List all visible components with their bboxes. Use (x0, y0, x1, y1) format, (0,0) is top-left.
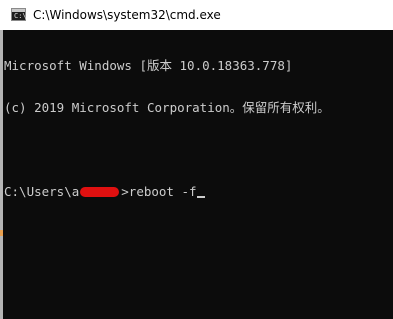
redacted-username (80, 187, 120, 197)
console-output[interactable]: Microsoft Windows [版本 10.0.18363.778] (c… (4, 31, 389, 319)
text-cursor (196, 196, 205, 198)
cmd-console-icon[interactable]: C:\ (11, 8, 27, 21)
icon-prompt-glyph: C:\ (14, 12, 27, 20)
cmd-window: C:\ C:\Windows\system32\cmd.exe Microsof… (0, 0, 393, 319)
prompt-path: C:\Users\a (4, 184, 80, 199)
background-window-marker (0, 230, 3, 236)
background-window-edge (0, 30, 3, 319)
copyright-line: (c) 2019 Microsoft Corporation。保留所有权利。 (4, 100, 330, 115)
title-bar[interactable]: C:\ C:\Windows\system32\cmd.exe (0, 0, 393, 30)
command-prompt-line[interactable]: C:\Users\a >reboot -f (4, 185, 389, 199)
typed-command: reboot -f (128, 184, 197, 199)
prompt-symbol: > (121, 184, 129, 199)
window-title: C:\Windows\system32\cmd.exe (33, 8, 221, 22)
version-line: Microsoft Windows [版本 10.0.18363.778] (4, 58, 293, 73)
